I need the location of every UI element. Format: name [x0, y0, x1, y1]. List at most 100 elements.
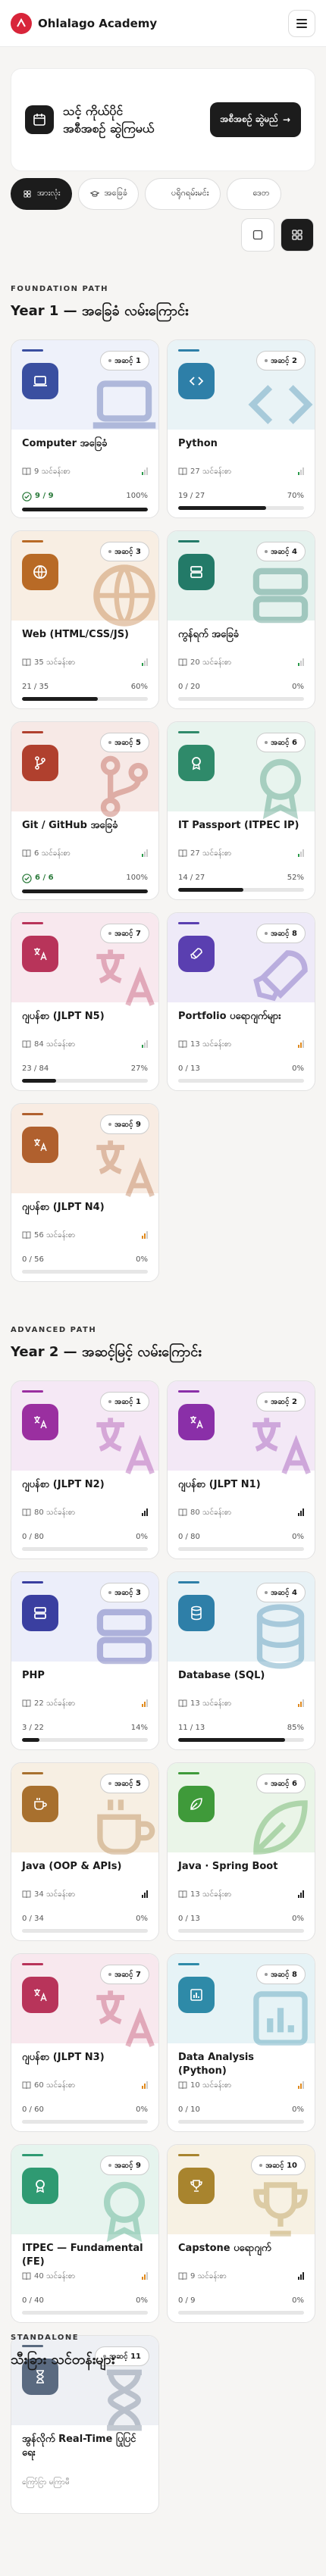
accent-bar — [22, 1772, 43, 1774]
progress-bar — [178, 2120, 304, 2124]
course-card[interactable]: အဆင့် 6 IT Passport (ITPEC IP) 27 သင်ခန်းစ… — [167, 721, 315, 900]
course-card[interactable]: အဆင့် 3 Web (HTML/CSS/JS) 35 သင်ခန်းစာ 21 /… — [11, 530, 159, 709]
watermark-translate-icon — [96, 1418, 155, 1474]
list-view-button[interactable] — [241, 218, 274, 252]
step-label: အဆင့် 6 — [271, 1779, 297, 1788]
step-badge: အဆင့် 6 — [256, 1774, 306, 1793]
step-label: အဆင့် 2 — [271, 356, 297, 365]
accent-bar — [22, 731, 43, 733]
step-badge: အဆင့် 10 — [251, 2156, 306, 2175]
progress-percent: 0% — [136, 2296, 148, 2305]
watermark-badge-icon — [259, 758, 302, 820]
course-card[interactable]: အဆင့် 8 Portfolio ပရောဂျက်များ 13 သင်ခန်းစ… — [167, 912, 315, 1091]
progress-row: 19 / 27 70% — [178, 492, 304, 500]
course-card[interactable]: အဆင့် 10 Capstone ပရောဂျက် 9 သင်ခန်းစာ 0 / … — [167, 2144, 315, 2323]
lesson-meta: 9 သင်ခန်းစာ — [178, 2269, 304, 2283]
course-card[interactable]: အဆင့် 4 Database (SQL) 13 သင်ခန်းစာ 11 / 13… — [167, 1571, 315, 1750]
step-label: အဆင့် 3 — [114, 1588, 141, 1597]
filter-chip-label: ပရိုဂရမ်းမင်း — [171, 188, 209, 198]
step-dot — [108, 550, 112, 553]
progress-row: 14 / 27 52% — [178, 874, 304, 882]
hamburger-icon — [296, 18, 307, 20]
step-dot — [265, 932, 268, 935]
progress-bar — [22, 2120, 148, 2124]
lesson-meta: 13 သင်ခန်းစာ — [178, 1887, 304, 1901]
course-card[interactable]: အဆင့် 2 ဂျပန်စာ (JLPT N1) 80 သင်ခန်းစာ 0 / … — [167, 1380, 315, 1559]
difficulty-icon — [142, 1231, 148, 1239]
step-dot — [108, 1123, 112, 1126]
step-dot — [265, 1591, 268, 1594]
translate-icon — [178, 1404, 215, 1440]
course-card[interactable]: အဆင့် 9 ITPEC — Fundamental (FE) 40 သင်ခန်… — [11, 2144, 159, 2323]
course-card[interactable]: အဆင့် 1 ဂျပန်စာ (JLPT N2) 80 သင်ခန်းစာ 0 / … — [11, 1380, 159, 1559]
progress-row: 21 / 35 60% — [22, 683, 148, 691]
brand-logo-icon[interactable] — [11, 12, 32, 34]
difficulty-icon — [298, 1040, 304, 1048]
course-card-header: အဆင့် 1 — [11, 1381, 158, 1474]
course-card[interactable]: အဆင့် 9 ဂျပန်စာ (JLPT N4) 56 သင်ခန်းစာ 0 / … — [11, 1103, 159, 1282]
accent-bar — [178, 922, 199, 924]
step-badge: အဆင့် 3 — [100, 1583, 149, 1602]
badge-icon — [22, 2168, 58, 2204]
course-card-header: အဆင့် 11 — [11, 2336, 158, 2431]
accent-bar — [22, 1390, 43, 1393]
filter-chip-0[interactable]: အားလုံး — [11, 178, 72, 210]
section-label: FOUNDATION PATH — [11, 285, 109, 293]
progress-count: 14 / 27 — [178, 874, 205, 882]
step-label: အဆင့် 9 — [114, 1120, 141, 1129]
progress-row: 0 / 13 0% — [178, 1064, 304, 1073]
book-icon — [178, 1040, 187, 1049]
brand-name[interactable]: Ohlalago Academy — [38, 17, 157, 30]
step-dot — [108, 932, 112, 935]
difficulty-icon — [142, 1699, 148, 1707]
filter-chip-2[interactable]: ပရိုဂရမ်းမင်း — [145, 178, 221, 210]
course-card[interactable]: အဆင့် 8 Data Analysis (Python) 10 သင်ခန်းစ… — [167, 1953, 315, 2132]
progress-row: 0 / 80 0% — [22, 1533, 148, 1541]
course-card[interactable]: အဆင့် 5 Git / GitHub အခြေခံ 6 သင်ခန်းစာ 6 /… — [11, 721, 159, 900]
progress-count: 23 / 84 — [22, 1064, 49, 1073]
watermark-badge-icon — [103, 2181, 146, 2243]
course-card[interactable]: အဆင့် 7 ဂျပန်စာ (JLPT N5) 84 သင်ခန်းစာ 23 /… — [11, 912, 159, 1091]
progress-percent: 0% — [136, 2106, 148, 2114]
filter-chip-label: အားလုံး — [37, 188, 61, 198]
course-card[interactable]: အဆင့် 4 ကွန်ရက် အခြေခံ 20 သင်ခန်းစာ 0 / 20 0… — [167, 530, 315, 709]
progress-count: 0 / 56 — [22, 1255, 44, 1264]
book-icon — [22, 1231, 31, 1240]
accent-bar — [22, 1581, 43, 1583]
course-card[interactable]: အဆင့် 2 Python 27 သင်ခန်းစာ 19 / 27 70% — [167, 339, 315, 518]
difficulty-icon — [142, 1040, 148, 1048]
watermark-rocket-icon — [253, 950, 308, 1002]
step-dot — [108, 2164, 112, 2167]
menu-button[interactable] — [288, 9, 315, 37]
book-icon — [178, 2081, 187, 2090]
grid-view-button[interactable] — [281, 218, 314, 252]
accent-bar — [178, 1390, 199, 1393]
watermark-leaf-icon — [253, 1800, 308, 1855]
course-card[interactable]: အဆင့် 7 ဂျပန်စာ (JLPT N3) 60 သင်ခန်းစာ 0 / … — [11, 1953, 159, 2132]
difficulty-icon — [142, 2272, 148, 2280]
filter-chip-3[interactable]: ဒေတ — [226, 178, 281, 210]
course-card[interactable]: အဆင့် 6 Java · Spring Boot 13 သင်ခန်းစာ 0 /… — [167, 1762, 315, 1941]
laptop-icon — [22, 363, 58, 399]
lesson-meta: 9 သင်ခန်းစာ — [22, 464, 148, 478]
translate-icon — [22, 1404, 58, 1440]
course-card[interactable]: အဆင့် 3 PHP 22 သင်ခန်းစာ 3 / 22 14% — [11, 1571, 159, 1750]
coming-soon-note: ကြော်ငြာ မကြာမီ — [22, 2478, 70, 2487]
accent-bar — [22, 1113, 43, 1115]
course-card-header: အဆင့် 5 — [11, 722, 158, 818]
progress-percent: 100% — [126, 874, 148, 882]
book-icon — [178, 849, 187, 858]
filter-chip-1[interactable]: အခြေခံ — [77, 178, 139, 210]
progress-count: 21 / 35 — [22, 683, 49, 691]
code-icon — [178, 363, 215, 399]
course-card-header: အဆင့် 3 — [11, 1572, 158, 1665]
course-card[interactable]: အဆင့် 5 Java (OOP & APIs) 34 သင်ခန်းစာ 0 / … — [11, 1762, 159, 1941]
difficulty-icon — [298, 467, 304, 475]
progress-bar — [22, 889, 148, 893]
course-card[interactable]: အဆင့် 1 Computer အခြေခံ 9 သင်ခန်းစာ 9 / 9 10… — [11, 339, 159, 518]
create-plan-button[interactable]: အစီအစဉ် ဆွဲမည် → — [209, 102, 301, 137]
progress-row: 0 / 40 0% — [22, 2296, 148, 2305]
difficulty-icon — [298, 658, 304, 666]
book-icon — [178, 1508, 187, 1517]
lesson-count: 13 သင်ခန်းစာ — [190, 1039, 232, 1049]
